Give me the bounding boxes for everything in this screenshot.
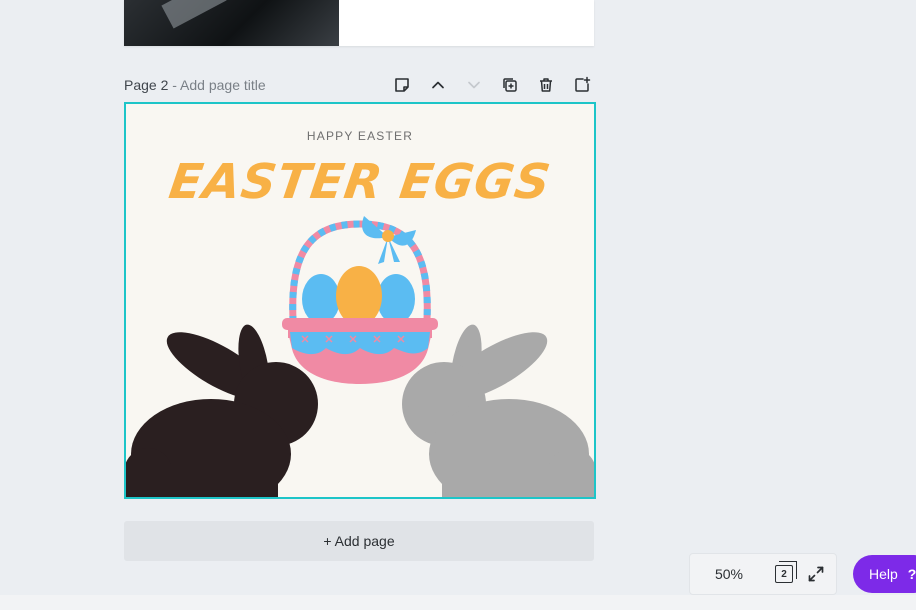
orange-egg <box>336 266 382 326</box>
move-page-down-button[interactable] <box>456 71 492 99</box>
design-canvas[interactable]: HAPPY EASTER EASTER EGGS <box>124 102 596 499</box>
trash-icon <box>540 78 552 92</box>
zoom-controls: 50% 2 <box>689 553 837 595</box>
help-label: Help <box>869 566 898 582</box>
question-icon: ? <box>907 566 916 582</box>
page-toolbar <box>384 71 600 99</box>
bottom-strip <box>0 595 916 610</box>
chevron-up-icon <box>432 81 444 89</box>
delete-page-button[interactable] <box>528 71 564 99</box>
page-number-label: Page 2 <box>124 77 169 93</box>
chevron-down-icon <box>468 81 480 89</box>
gray-bunny[interactable] <box>402 320 594 497</box>
blue-egg-left <box>302 274 340 324</box>
duplicate-page-button[interactable] <box>492 71 528 99</box>
duplicate-icon <box>503 78 517 92</box>
page-header: Page 2 - Add page title <box>124 70 594 100</box>
zoom-level[interactable]: 50% <box>690 566 768 582</box>
bow <box>362 216 416 264</box>
add-page-button[interactable]: + Add page <box>124 521 594 561</box>
page-title-placeholder[interactable]: Add page title <box>180 77 266 93</box>
expand-icon <box>808 566 824 582</box>
dark-bunny[interactable] <box>126 320 318 497</box>
easter-basket[interactable] <box>282 216 438 384</box>
help-button[interactable]: Help ? <box>853 555 916 593</box>
easter-illustration <box>126 216 594 497</box>
page-title-separator: - <box>168 77 181 93</box>
notes-button[interactable] <box>384 71 420 99</box>
previous-page-image <box>124 0 339 46</box>
page-title[interactable]: Page 2 - Add page title <box>124 77 266 93</box>
previous-page-canvas[interactable] <box>124 0 594 46</box>
move-page-up-button[interactable] <box>420 71 456 99</box>
pages-icon: 2 <box>775 561 797 583</box>
add-page-icon <box>575 76 591 92</box>
fullscreen-button[interactable] <box>800 558 832 590</box>
add-page-after-button[interactable] <box>564 71 600 99</box>
blue-egg-right <box>377 274 415 324</box>
notes-icon <box>395 78 409 92</box>
page-grid-button[interactable]: 2 <box>768 558 800 590</box>
